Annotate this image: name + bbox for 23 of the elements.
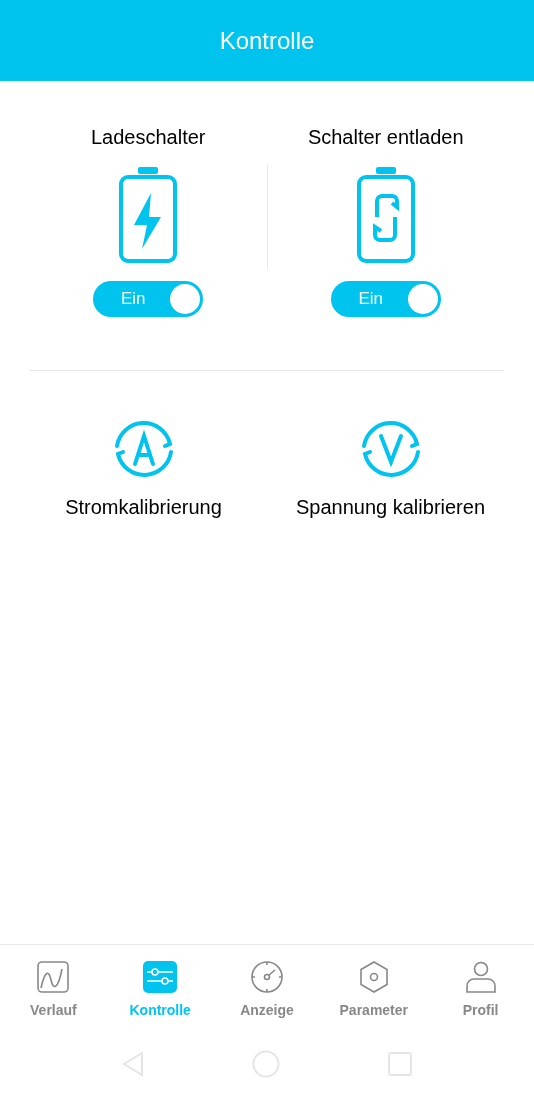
ampere-cycle-icon xyxy=(112,418,175,480)
recents-icon[interactable] xyxy=(388,1052,412,1076)
nav-tab[interactable]: Anzeige xyxy=(213,960,321,1032)
toggle-switch[interactable]: Ein xyxy=(330,281,441,317)
calibration-item[interactable]: Spannung kalibrieren xyxy=(267,418,514,522)
toggle-switch[interactable]: Ein xyxy=(93,281,204,317)
volt-cycle-icon xyxy=(359,418,422,480)
battery-cycle-icon xyxy=(355,165,416,265)
nav-tab[interactable]: Kontrolle xyxy=(106,960,214,1032)
home-icon[interactable] xyxy=(252,1050,280,1078)
line-chart-icon xyxy=(36,960,71,994)
sliders-icon xyxy=(143,960,178,994)
battery-charging-icon xyxy=(118,165,179,265)
back-icon[interactable] xyxy=(122,1051,144,1077)
header-title: Kontrolle xyxy=(219,25,315,56)
calibration-item[interactable]: Stromkalibrierung xyxy=(20,418,267,522)
person-icon xyxy=(463,960,498,994)
switch-label: Schalter entladen xyxy=(307,125,464,149)
switch-label: Ladeschalter xyxy=(91,125,206,149)
nav-tab[interactable]: Verlauf xyxy=(0,960,107,1032)
gauge-icon xyxy=(250,960,284,994)
nav-tab[interactable]: Parameter xyxy=(320,960,428,1032)
nav-tab[interactable]: Profil xyxy=(427,960,534,1032)
